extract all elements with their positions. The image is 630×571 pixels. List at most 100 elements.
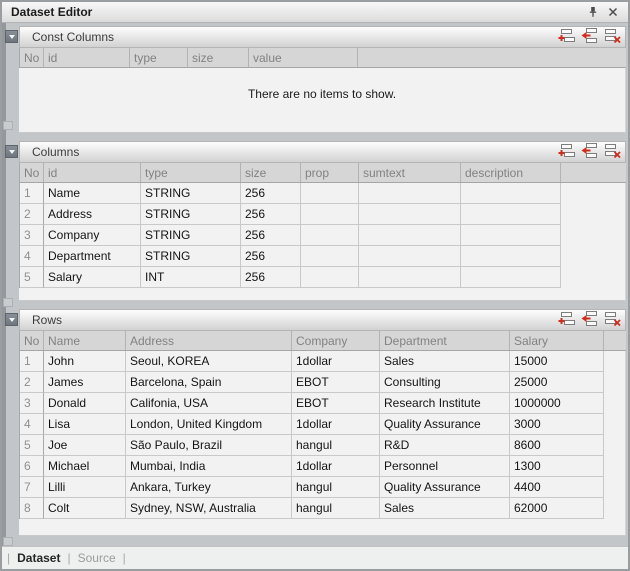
data-cell[interactable]: 256 bbox=[241, 267, 301, 288]
data-cell[interactable]: Department bbox=[44, 246, 141, 267]
row-number-cell[interactable]: 6 bbox=[20, 456, 44, 477]
data-cell[interactable]: EBOT bbox=[292, 393, 380, 414]
data-cell[interactable] bbox=[359, 183, 461, 204]
data-cell[interactable]: 1dollar bbox=[292, 414, 380, 435]
data-cell[interactable]: 3000 bbox=[510, 414, 604, 435]
data-cell[interactable]: Personnel bbox=[380, 456, 510, 477]
data-cell[interactable]: São Paulo, Brazil bbox=[126, 435, 292, 456]
data-cell[interactable]: Sales bbox=[380, 498, 510, 519]
data-cell[interactable]: John bbox=[44, 351, 126, 372]
data-cell[interactable]: INT bbox=[141, 267, 241, 288]
data-cell[interactable]: 256 bbox=[241, 204, 301, 225]
data-cell[interactable] bbox=[301, 267, 359, 288]
delete-row-button[interactable] bbox=[603, 29, 622, 46]
data-cell[interactable]: Donald bbox=[44, 393, 126, 414]
data-cell[interactable]: 4400 bbox=[510, 477, 604, 498]
data-cell[interactable]: Mumbai, India bbox=[126, 456, 292, 477]
delete-row-button[interactable] bbox=[603, 312, 622, 329]
data-cell[interactable]: Califonia, USA bbox=[126, 393, 292, 414]
data-cell[interactable]: 256 bbox=[241, 225, 301, 246]
data-cell[interactable]: James bbox=[44, 372, 126, 393]
data-cell[interactable]: 1000000 bbox=[510, 393, 604, 414]
column-header-no[interactable]: No bbox=[20, 163, 44, 182]
data-cell[interactable]: STRING bbox=[141, 183, 241, 204]
data-cell[interactable]: Lisa bbox=[44, 414, 126, 435]
row-number-cell[interactable]: 1 bbox=[20, 183, 44, 204]
column-header-name[interactable]: Name bbox=[44, 331, 126, 350]
collapse-button[interactable] bbox=[5, 313, 18, 326]
column-header-salary[interactable]: Salary bbox=[510, 331, 604, 350]
tab-dataset[interactable]: Dataset bbox=[17, 551, 60, 565]
insert-row-button[interactable] bbox=[580, 312, 599, 329]
tab-source[interactable]: Source bbox=[78, 551, 116, 565]
data-cell[interactable] bbox=[359, 204, 461, 225]
row-number-cell[interactable]: 5 bbox=[20, 267, 44, 288]
data-cell[interactable]: Colt bbox=[44, 498, 126, 519]
column-header-id[interactable]: id bbox=[44, 163, 141, 182]
add-row-button[interactable] bbox=[557, 312, 576, 329]
data-cell[interactable]: Lilli bbox=[44, 477, 126, 498]
data-cell[interactable]: Salary bbox=[44, 267, 141, 288]
data-cell[interactable] bbox=[359, 267, 461, 288]
row-number-cell[interactable]: 2 bbox=[20, 204, 44, 225]
data-cell[interactable]: London, United Kingdom bbox=[126, 414, 292, 435]
data-cell[interactable]: EBOT bbox=[292, 372, 380, 393]
data-cell[interactable]: 1300 bbox=[510, 456, 604, 477]
collapse-button[interactable] bbox=[5, 145, 18, 158]
column-header-no[interactable]: No bbox=[20, 48, 44, 67]
row-number-cell[interactable]: 5 bbox=[20, 435, 44, 456]
add-row-button[interactable] bbox=[557, 29, 576, 46]
delete-row-button[interactable] bbox=[603, 144, 622, 161]
row-number-cell[interactable]: 3 bbox=[20, 393, 44, 414]
data-cell[interactable]: Seoul, KOREA bbox=[126, 351, 292, 372]
data-cell[interactable] bbox=[359, 246, 461, 267]
column-header-size[interactable]: size bbox=[241, 163, 301, 182]
column-header-size[interactable]: size bbox=[188, 48, 249, 67]
data-cell[interactable]: Joe bbox=[44, 435, 126, 456]
data-cell[interactable] bbox=[301, 204, 359, 225]
data-cell[interactable]: Ankara, Turkey bbox=[126, 477, 292, 498]
data-cell[interactable]: Quality Assurance bbox=[380, 414, 510, 435]
data-cell[interactable]: 256 bbox=[241, 246, 301, 267]
data-cell[interactable]: 8600 bbox=[510, 435, 604, 456]
data-cell[interactable] bbox=[301, 225, 359, 246]
data-cell[interactable]: hangul bbox=[292, 435, 380, 456]
row-number-cell[interactable]: 7 bbox=[20, 477, 44, 498]
data-cell[interactable]: Sydney, NSW, Australia bbox=[126, 498, 292, 519]
data-cell[interactable]: Name bbox=[44, 183, 141, 204]
data-cell[interactable]: 25000 bbox=[510, 372, 604, 393]
row-number-cell[interactable]: 8 bbox=[20, 498, 44, 519]
data-cell[interactable] bbox=[359, 225, 461, 246]
data-cell[interactable]: 62000 bbox=[510, 498, 604, 519]
row-number-cell[interactable]: 2 bbox=[20, 372, 44, 393]
row-number-cell[interactable]: 3 bbox=[20, 225, 44, 246]
column-header-no[interactable]: No bbox=[20, 331, 44, 350]
column-header-value[interactable]: value bbox=[249, 48, 358, 67]
column-header-company[interactable]: Company bbox=[292, 331, 380, 350]
column-header-type[interactable]: type bbox=[130, 48, 188, 67]
column-header-sumtext[interactable]: sumtext bbox=[359, 163, 461, 182]
column-header-prop[interactable]: prop bbox=[301, 163, 359, 182]
insert-row-button[interactable] bbox=[580, 29, 599, 46]
column-header-address[interactable]: Address bbox=[126, 331, 292, 350]
add-row-button[interactable] bbox=[557, 144, 576, 161]
data-cell[interactable]: Address bbox=[44, 204, 141, 225]
data-cell[interactable]: STRING bbox=[141, 246, 241, 267]
data-cell[interactable]: STRING bbox=[141, 225, 241, 246]
data-cell[interactable]: hangul bbox=[292, 498, 380, 519]
row-number-cell[interactable]: 4 bbox=[20, 246, 44, 267]
column-header-type[interactable]: type bbox=[141, 163, 241, 182]
close-button[interactable] bbox=[606, 5, 620, 19]
pin-button[interactable] bbox=[586, 5, 600, 19]
row-number-cell[interactable]: 1 bbox=[20, 351, 44, 372]
column-header-department[interactable]: Department bbox=[380, 331, 510, 350]
data-cell[interactable] bbox=[461, 246, 561, 267]
data-cell[interactable]: 1dollar bbox=[292, 456, 380, 477]
data-cell[interactable] bbox=[461, 183, 561, 204]
splitter-handle[interactable] bbox=[3, 537, 13, 546]
data-cell[interactable] bbox=[461, 204, 561, 225]
data-cell[interactable]: Consulting bbox=[380, 372, 510, 393]
insert-row-button[interactable] bbox=[580, 144, 599, 161]
collapse-button[interactable] bbox=[5, 30, 18, 43]
data-cell[interactable]: Sales bbox=[380, 351, 510, 372]
